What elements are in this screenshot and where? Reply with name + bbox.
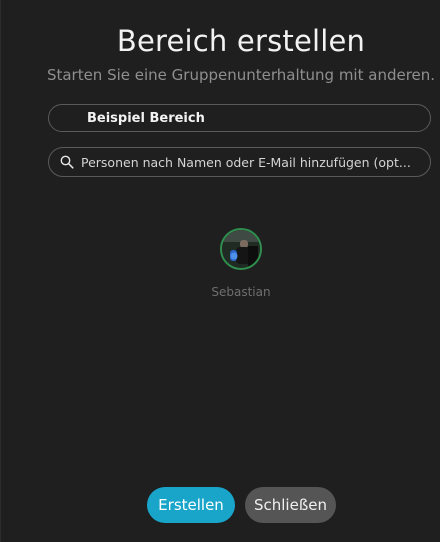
member-avatar[interactable] <box>220 228 262 270</box>
avatar[interactable] <box>220 228 262 270</box>
create-button[interactable]: Erstellen <box>147 487 235 523</box>
close-button[interactable]: Schließen <box>245 487 336 523</box>
member-name: Sebastian <box>211 285 271 299</box>
create-space-dialog: Bereich erstellen Starten Sie eine Grupp… <box>0 0 440 542</box>
dialog-subtitle: Starten Sie eine Gruppenunterhaltung mit… <box>46 66 436 84</box>
people-search-field[interactable]: Personen nach Namen oder E-Mail hinzufüg… <box>48 147 431 177</box>
dialog-title: Bereich erstellen <box>116 24 366 58</box>
search-icon <box>60 155 74 169</box>
space-name-value[interactable]: Beispiel Bereich <box>87 111 205 126</box>
search-placeholder[interactable]: Personen nach Namen oder E-Mail hinzufüg… <box>81 155 421 170</box>
space-name-field[interactable]: Beispiel Bereich <box>48 104 431 132</box>
